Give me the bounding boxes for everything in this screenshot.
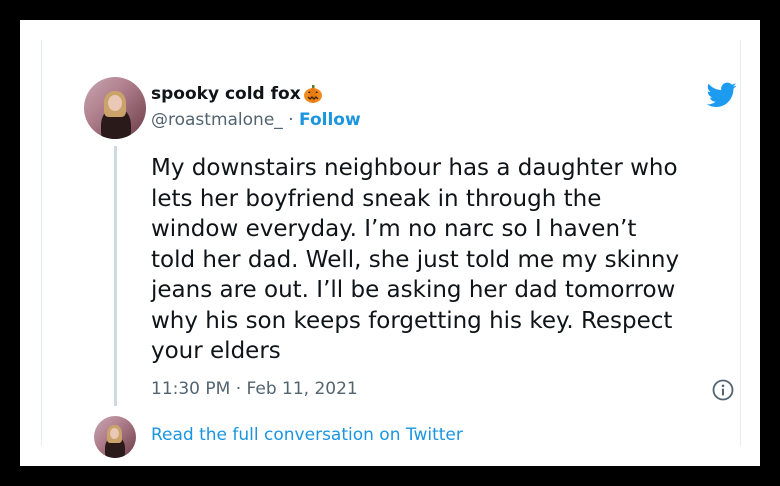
tweet-timestamp[interactable]: 11:30 PM · Feb 11, 2021 [151, 379, 358, 399]
pumpkin-icon [303, 84, 323, 104]
handle-row: @roastmalone_ · Follow [151, 110, 361, 130]
avatar[interactable] [84, 77, 146, 139]
read-full-conversation-link[interactable]: Read the full conversation on Twitter [151, 425, 463, 445]
twitter-bird-icon[interactable] [707, 82, 737, 108]
handle[interactable]: @roastmalone_ [151, 110, 283, 130]
tweet-card: spooky cold fox @roastmalone_ · Follow M… [41, 40, 741, 458]
reply-avatar[interactable] [94, 416, 136, 458]
tweet-text: My downstairs neighbour has a daughter w… [151, 155, 680, 364]
thread-line [114, 146, 117, 406]
info-icon[interactable] [712, 379, 734, 401]
display-name[interactable]: spooky cold fox [151, 84, 301, 104]
separator: · [282, 110, 300, 130]
author-name-row: spooky cold fox [151, 84, 323, 104]
follow-button[interactable]: Follow [299, 110, 361, 130]
screenshot-frame: spooky cold fox @roastmalone_ · Follow M… [20, 20, 760, 466]
